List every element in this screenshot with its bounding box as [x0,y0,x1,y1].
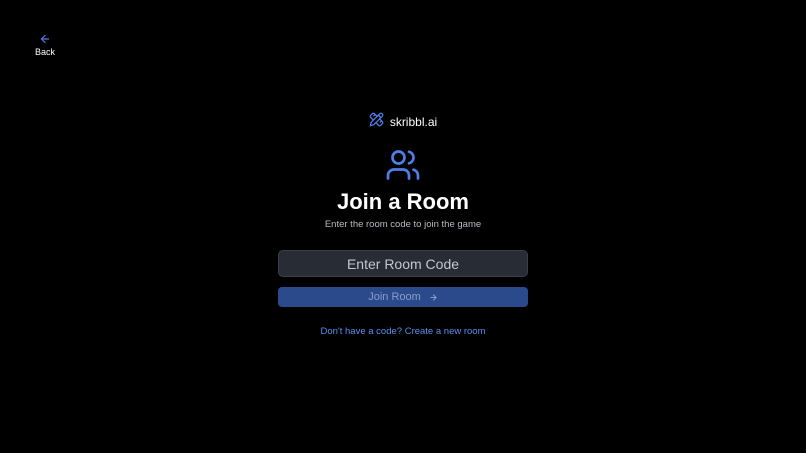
back-label: Back [35,47,56,57]
brand-name: skribbl.ai [389,115,438,129]
create-room-link[interactable]: Don't have a code? Create a new room [0,326,806,337]
brand: skribbl.ai [0,112,806,132]
pencil-ruler-icon [369,112,384,132]
arrow-right-icon [429,290,438,305]
page-subtitle: Enter the room code to join the game [324,219,482,230]
back-button[interactable]: Back [35,33,55,57]
join-room-button[interactable]: Join Room [278,287,528,307]
page-title: Join a Room [336,189,469,214]
users-icon [385,147,421,188]
join-room-page: Back skribbl.ai Join a Room Enter the ro… [0,0,806,453]
arrow-left-icon [39,33,51,45]
join-room-label: Join Room [368,291,421,303]
room-code-input[interactable] [278,250,528,277]
